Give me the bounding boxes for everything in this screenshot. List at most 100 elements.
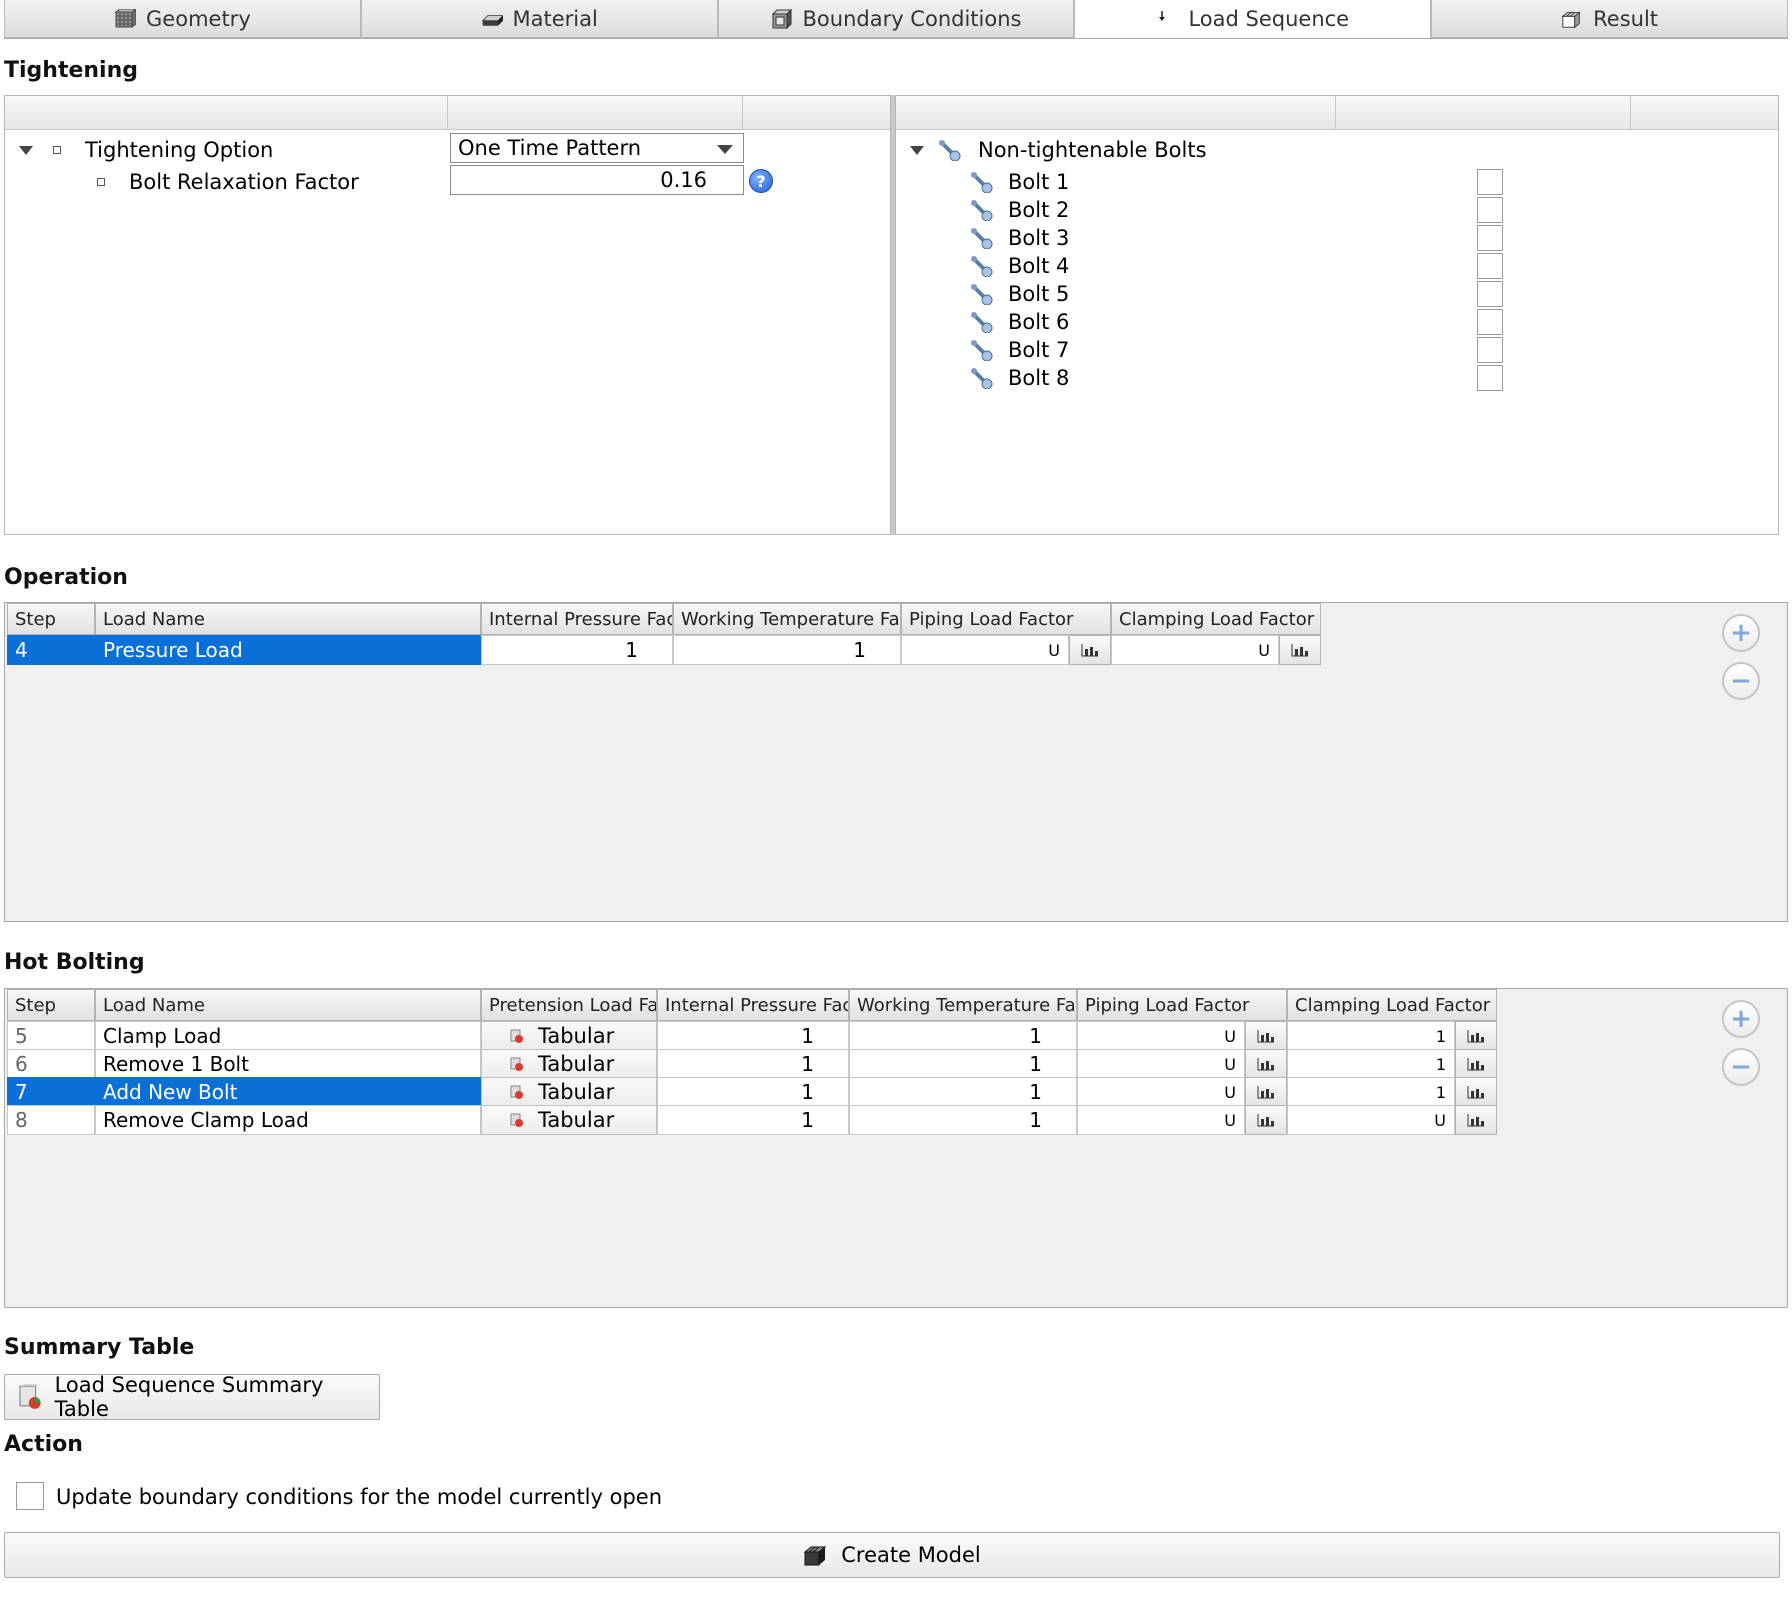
summary-title: Summary Table [4,1335,195,1360]
help-icon[interactable]: ? [749,169,773,193]
column-header[interactable]: Step [7,989,95,1021]
bolt-row[interactable]: Bolt 2 [970,195,1069,225]
step-cell[interactable]: 4 [7,635,95,665]
bolt-row[interactable]: Bolt 8 [970,363,1069,393]
bolt-row[interactable]: Bolt 5 [970,279,1069,309]
load-name-cell[interactable]: Remove Clamp Load [95,1105,481,1135]
bolt-row[interactable]: Bolt 3 [970,223,1069,253]
chart-icon [1467,1030,1484,1043]
hot-bolting-grid: StepLoad NamePretension Load FactorInter… [4,988,1788,1308]
piping-load-cell[interactable]: U [1077,1049,1245,1079]
bolt-checkbox[interactable] [1477,197,1503,223]
bolt-checkbox[interactable] [1477,281,1503,307]
tab-load-sequence[interactable]: Load Sequence [1074,0,1432,38]
clamping-load-cell[interactable]: 1 [1287,1049,1455,1079]
clamping-load-cell[interactable]: 1 [1287,1077,1455,1107]
internal-pressure-cell[interactable]: 1 [657,1021,849,1051]
column-header[interactable]: Load Name [95,603,481,635]
bolt-row[interactable]: Bolt 6 [970,307,1069,337]
bolt-checkbox[interactable] [1477,169,1503,195]
working-temp-cell[interactable]: 1 [849,1105,1077,1135]
pretension-tabular-button[interactable]: Tabular [481,1077,657,1107]
column-header[interactable]: Piping Load Factor [1077,989,1287,1021]
pretension-tabular-button[interactable]: Tabular [481,1021,657,1051]
column-header[interactable]: Internal Pressure Factor [657,989,849,1021]
tab-geometry[interactable]: Geometry [4,0,361,38]
tab-result[interactable]: Result [1431,0,1788,38]
tightening-option-select[interactable]: One Time Pattern [450,133,744,163]
clamping-load-cell[interactable]: 1 [1287,1021,1455,1051]
column-header[interactable]: Load Name [95,989,481,1021]
pretension-tabular-button[interactable]: Tabular [481,1105,657,1135]
bolts-header [896,96,1778,130]
working-temp-cell[interactable]: 1 [849,1021,1077,1051]
piping-chart-button[interactable] [1245,1021,1287,1051]
bolt-row[interactable]: Bolt 7 [970,335,1069,365]
bolt-row[interactable]: Bolt 4 [970,251,1069,281]
step-cell[interactable]: 6 [7,1049,95,1079]
piping-chart-button[interactable] [1245,1105,1287,1135]
bolt-checkbox[interactable] [1477,225,1503,251]
clamping-load-cell[interactable]: U [1287,1105,1455,1135]
expand-arrow-icon[interactable] [910,145,924,155]
pretension-tabular-button[interactable]: Tabular [481,1049,657,1079]
column-header[interactable]: Working Temperature Factor [849,989,1077,1021]
internal-pressure-cell[interactable]: 1 [657,1077,849,1107]
tab-boundary-conditions[interactable]: Boundary Conditions [717,0,1075,38]
piping-load-cell[interactable]: U [901,635,1069,665]
piping-load-cell[interactable]: U [1077,1077,1245,1107]
piping-chart-button[interactable] [1245,1077,1287,1107]
working-temp-cell[interactable]: 1 [849,1049,1077,1079]
load-name-cell[interactable]: Remove 1 Bolt [95,1049,481,1079]
clamping-chart-button[interactable] [1455,1049,1497,1079]
chart-icon [1467,1086,1484,1099]
piping-load-cell[interactable]: U [1077,1021,1245,1051]
column-header[interactable]: Step [7,603,95,635]
piping-chart-button[interactable] [1069,635,1111,665]
clamping-load-cell[interactable]: U [1111,635,1279,665]
create-model-button[interactable]: Create Model [4,1532,1780,1578]
bolt-checkbox[interactable] [1477,253,1503,279]
expand-arrow-icon[interactable] [19,145,33,155]
column-header[interactable]: Internal Pressure Factor [481,603,673,635]
internal-pressure-cell[interactable]: 1 [657,1049,849,1079]
tightening-option-row[interactable]: Tightening Option [19,135,273,165]
add-operation-button[interactable]: + [1722,614,1760,652]
working-temp-cell[interactable]: 1 [673,635,901,665]
step-cell[interactable]: 8 [7,1105,95,1135]
bolt-row[interactable]: Bolt 1 [970,167,1069,197]
step-cell[interactable]: 7 [7,1077,95,1107]
step-cell[interactable]: 5 [7,1021,95,1051]
column-header[interactable]: Clamping Load Factor [1287,989,1497,1021]
piping-load-cell[interactable]: U [1077,1105,1245,1135]
column-header[interactable]: Piping Load Factor [901,603,1111,635]
load-name-cell[interactable]: Pressure Load [95,635,481,665]
tab-material[interactable]: Material [360,0,718,38]
update-bc-checkbox[interactable] [16,1482,44,1510]
cube-stack-icon [803,1546,827,1566]
load-name-cell[interactable]: Clamp Load [95,1021,481,1051]
internal-pressure-cell[interactable]: 1 [657,1105,849,1135]
load-name-cell[interactable]: Add New Bolt [95,1077,481,1107]
clamping-chart-button[interactable] [1279,635,1321,665]
add-hot-bolting-button[interactable]: + [1722,1000,1760,1038]
summary-table-button[interactable]: Load Sequence Summary Table [4,1373,380,1421]
bolt-checkbox[interactable] [1477,365,1503,391]
wrench-icon [971,228,993,249]
column-header[interactable]: Working Temperature Factor [673,603,901,635]
internal-pressure-cell[interactable]: 1 [481,635,673,665]
remove-hot-bolting-button[interactable]: − [1722,1048,1760,1086]
bolt-checkbox[interactable] [1477,309,1503,335]
working-temp-cell[interactable]: 1 [849,1077,1077,1107]
bolt-checkbox[interactable] [1477,337,1503,363]
bolts-group-row[interactable]: Non-tightenable Bolts [910,135,1207,165]
clamping-chart-button[interactable] [1455,1105,1497,1135]
column-header[interactable]: Pretension Load Factor [481,989,657,1021]
chart-icon [1257,1058,1274,1071]
remove-operation-button[interactable]: − [1722,662,1760,700]
clamping-chart-button[interactable] [1455,1021,1497,1051]
bolt-relaxation-field[interactable]: 0.16 [450,165,744,195]
piping-chart-button[interactable] [1245,1049,1287,1079]
clamping-chart-button[interactable] [1455,1077,1497,1107]
column-header[interactable]: Clamping Load Factor [1111,603,1321,635]
